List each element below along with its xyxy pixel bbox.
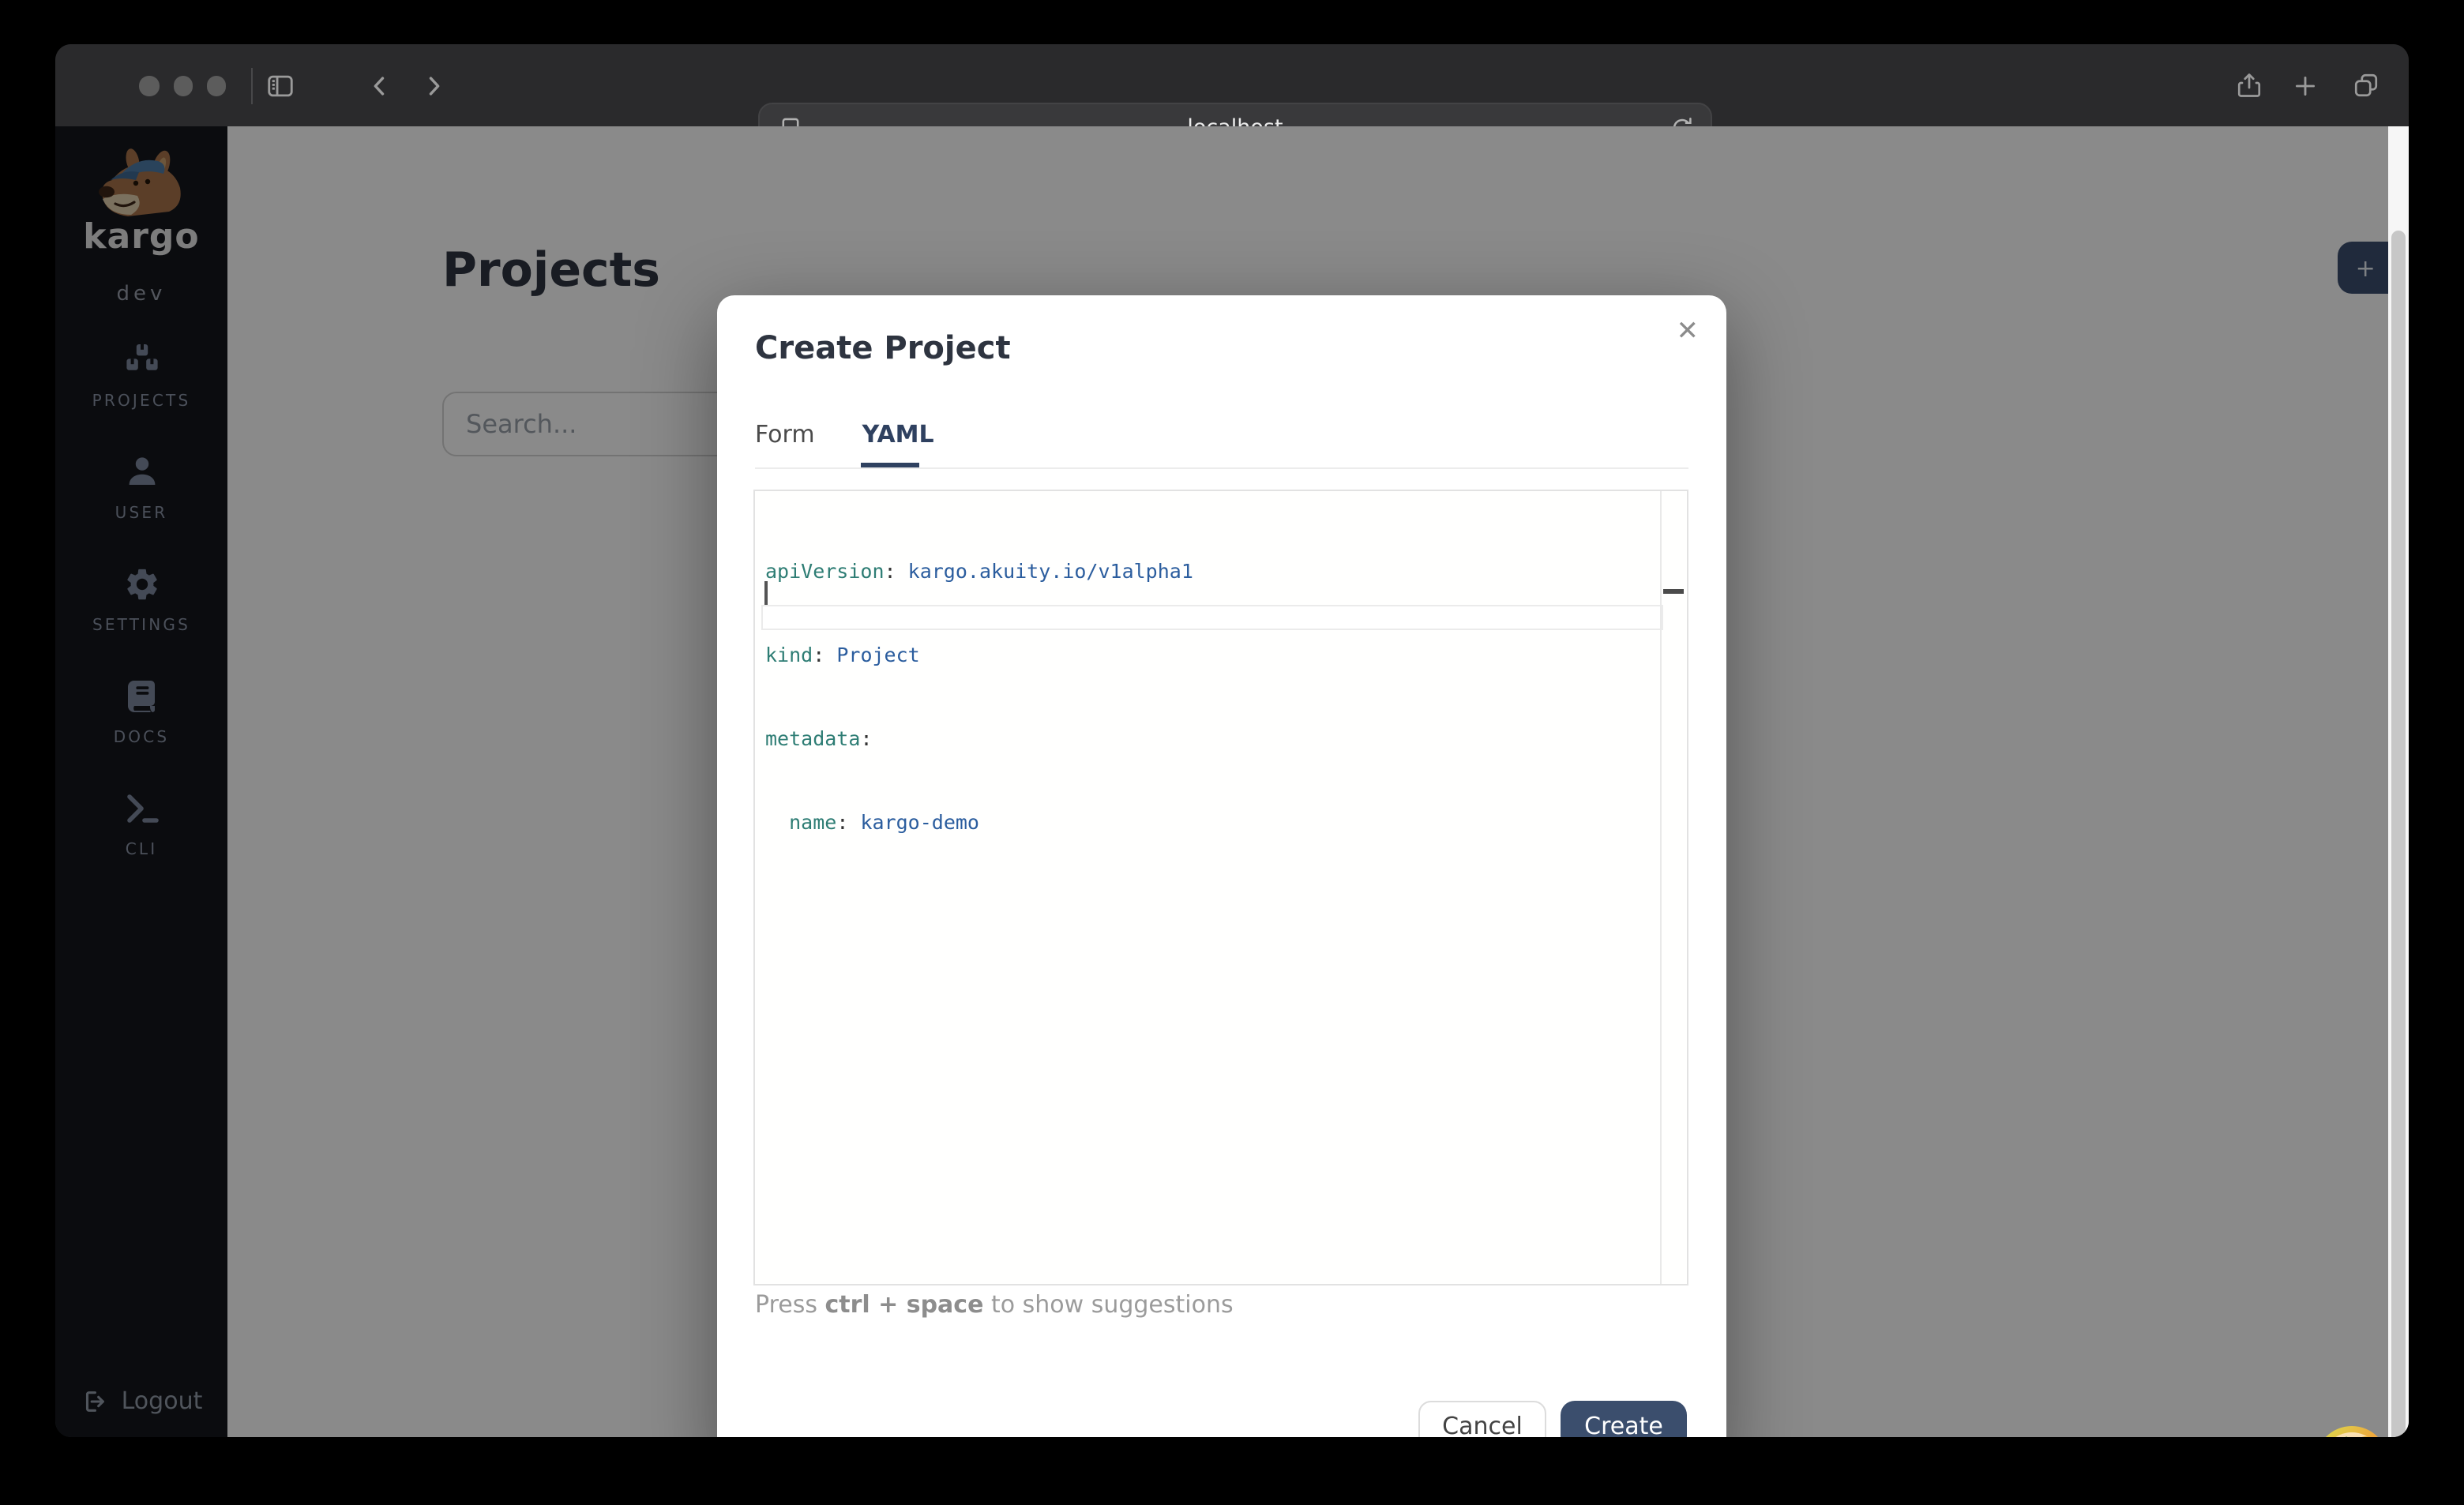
browser-toolbar: localhost [55, 44, 2409, 126]
cancel-button[interactable]: Cancel [1418, 1401, 1546, 1437]
tab-overview-icon[interactable] [2343, 63, 2387, 107]
tabs-divider [755, 467, 1688, 468]
browser-scrollbar[interactable] [2387, 126, 2409, 1437]
modal-title: Create Project [755, 328, 1011, 366]
yaml-editor[interactable]: apiVersion: kargo.akuity.io/v1alpha1 kin… [753, 490, 1688, 1285]
traffic-light-minimize-icon[interactable] [173, 76, 193, 96]
code-line: apiVersion: kargo.akuity.io/v1alpha1 [754, 557, 1687, 585]
editor-hint: Press ctrl + space to show suggestions [755, 1290, 1234, 1319]
scrollbar-thumb[interactable] [2391, 230, 2405, 1437]
close-icon[interactable]: ✕ [1677, 316, 1700, 347]
create-button[interactable]: Create [1561, 1401, 1687, 1437]
current-line-highlight [761, 605, 1662, 629]
overview-ruler-mark [1662, 589, 1683, 594]
new-tab-plus-icon[interactable] [2283, 63, 2327, 107]
forward-icon[interactable] [411, 63, 455, 107]
share-icon[interactable] [2226, 63, 2271, 107]
browser-window: localhost [55, 44, 2409, 1437]
code-line: name: kargo-demo [754, 808, 1687, 835]
tab-form[interactable]: Form [755, 420, 815, 471]
back-icon[interactable] [357, 63, 401, 107]
text-cursor [764, 581, 767, 604]
traffic-light-zoom-icon[interactable] [206, 76, 226, 96]
yaml-code: apiVersion: kargo.akuity.io/v1alpha1 kin… [754, 502, 1687, 891]
create-project-modal: Create Project ✕ Form YAML apiVersion: k… [717, 295, 1726, 1437]
traffic-light-close-icon[interactable] [139, 76, 159, 96]
minimap-divider [1659, 491, 1661, 1284]
code-line: kind: Project [754, 641, 1687, 669]
island-badge-icon[interactable] [2315, 1425, 2387, 1437]
code-line: metadata: [754, 725, 1687, 752]
chevron-down-icon[interactable] [251, 63, 286, 107]
